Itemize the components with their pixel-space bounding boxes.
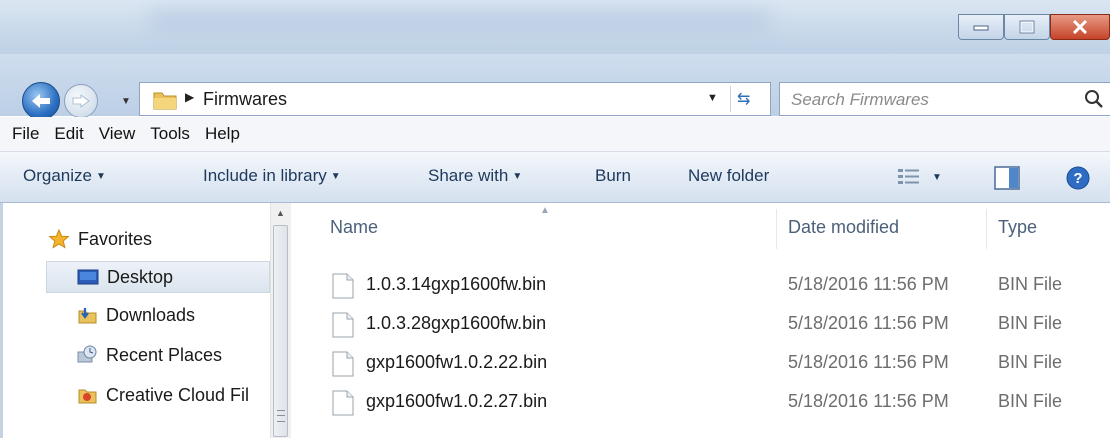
menu-view[interactable]: View <box>96 124 139 144</box>
file-type: BIN File <box>998 391 1063 411</box>
file-type: BIN File <box>998 352 1063 372</box>
nav-favorites[interactable]: Favorites <box>48 223 152 255</box>
file-icon <box>332 390 354 416</box>
chevron-down-icon: ▼ <box>512 171 523 182</box>
organize-label: Organize <box>23 166 92 185</box>
navigation-pane: Favorites Desktop Downloads Recent Place… <box>0 203 296 438</box>
file-name: gxp1600fw1.0.2.27.bin <box>366 391 548 411</box>
folder-icon <box>153 92 177 110</box>
maximize-button[interactable] <box>1004 14 1050 40</box>
new-folder-button[interactable]: New folder <box>688 166 769 186</box>
menu-file[interactable]: File <box>9 124 42 144</box>
window-left-border <box>0 203 3 438</box>
nav-creative-cloud[interactable]: Creative Cloud Fil <box>76 379 249 411</box>
column-divider[interactable] <box>776 209 777 249</box>
share-with-label: Share with <box>428 166 509 185</box>
address-separator <box>730 86 731 112</box>
file-row[interactable]: 1.0.3.28gxp1600fw.bin 5/18/2016 11:56 PM… <box>296 306 1110 342</box>
chevron-down-icon: ▼ <box>330 171 341 182</box>
file-icon <box>332 351 354 377</box>
title-bar <box>0 0 1110 54</box>
address-box[interactable]: ▶ Firmwares ▼ ⇆ <box>139 82 771 116</box>
file-row[interactable]: gxp1600fw1.0.2.22.bin 5/18/2016 11:56 PM… <box>296 345 1110 381</box>
file-list: ▲ Name Date modified Type 1.0.3.14gxp160… <box>296 203 1110 438</box>
nav-recent-places[interactable]: Recent Places <box>76 339 222 371</box>
search-icon[interactable] <box>1084 89 1104 109</box>
include-in-library-label: Include in library <box>203 166 327 185</box>
nav-creative-cloud-label: Creative Cloud Fil <box>106 384 250 405</box>
nav-downloads[interactable]: Downloads <box>76 299 195 331</box>
creative-cloud-icon <box>76 385 98 405</box>
sort-arrow-icon: ▲ <box>540 205 550 216</box>
title-bar-glass <box>150 8 770 34</box>
nav-scrollbar[interactable]: ▲ <box>270 203 291 438</box>
window-controls <box>958 14 1110 42</box>
column-divider[interactable] <box>986 209 987 249</box>
star-icon <box>48 229 70 249</box>
minimize-button[interactable] <box>958 14 1004 40</box>
back-arrow-icon <box>32 94 50 108</box>
menu-edit[interactable]: Edit <box>51 124 86 144</box>
forward-button[interactable] <box>64 84 98 118</box>
menu-help[interactable]: Help <box>202 124 243 144</box>
nav-recent-places-label: Recent Places <box>106 344 223 365</box>
search-box[interactable]: Search Firmwares <box>779 82 1110 116</box>
nav-desktop[interactable]: Desktop <box>46 261 270 293</box>
file-type: BIN File <box>998 274 1063 294</box>
file-type: BIN File <box>998 313 1063 333</box>
file-name: 1.0.3.14gxp1600fw.bin <box>366 274 547 294</box>
close-icon <box>1072 20 1088 34</box>
desktop-icon <box>77 267 99 287</box>
downloads-icon <box>76 305 98 325</box>
scrollbar-grip-icon <box>277 410 285 422</box>
include-in-library-button[interactable]: Include in library ▼ <box>203 166 341 186</box>
menu-bar: File Edit View Tools Help <box>0 117 1110 152</box>
close-button[interactable] <box>1050 14 1110 40</box>
help-icon[interactable]: ? <box>1066 166 1090 190</box>
column-header-type[interactable]: Type <box>998 217 1037 238</box>
file-date: 5/18/2016 11:56 PM <box>788 313 949 333</box>
recent-places-icon <box>76 345 98 365</box>
back-button[interactable] <box>22 82 60 120</box>
change-view-icon[interactable] <box>897 168 921 186</box>
breadcrumb-arrow-icon[interactable]: ▶ <box>185 90 194 104</box>
svg-text:?: ? <box>1073 170 1082 187</box>
burn-button[interactable]: Burn <box>595 166 631 186</box>
column-header-date[interactable]: Date modified <box>788 217 899 238</box>
forward-arrow-icon <box>72 94 90 108</box>
address-dropdown[interactable]: ▼ <box>707 92 718 104</box>
refresh-icon[interactable]: ⇆ <box>737 89 750 109</box>
maximize-icon <box>1019 20 1035 34</box>
nav-favorites-label: Favorites <box>78 228 153 249</box>
file-name: gxp1600fw1.0.2.22.bin <box>366 352 548 372</box>
file-icon <box>332 273 354 299</box>
column-header-name[interactable]: Name <box>330 217 378 238</box>
view-options-dropdown[interactable]: ▼ <box>932 172 942 183</box>
chevron-down-icon: ▼ <box>95 171 106 182</box>
scrollbar-thumb[interactable] <box>273 225 288 437</box>
search-placeholder[interactable]: Search Firmwares <box>791 90 929 110</box>
file-date: 5/18/2016 11:56 PM <box>788 352 949 372</box>
organize-button[interactable]: Organize ▼ <box>23 166 106 186</box>
nav-downloads-label: Downloads <box>106 304 196 325</box>
nav-desktop-label: Desktop <box>107 266 174 287</box>
scroll-up-arrow-icon[interactable]: ▲ <box>276 208 285 218</box>
preview-pane-icon[interactable] <box>994 166 1020 190</box>
file-row[interactable]: gxp1600fw1.0.2.27.bin 5/18/2016 11:56 PM… <box>296 384 1110 420</box>
command-bar: Organize ▼ Include in library ▼ Share with… <box>0 152 1110 203</box>
file-date: 5/18/2016 11:56 PM <box>788 391 949 411</box>
file-row[interactable]: 1.0.3.14gxp1600fw.bin 5/18/2016 11:56 PM… <box>296 267 1110 303</box>
file-icon <box>332 312 354 338</box>
share-with-button[interactable]: Share with ▼ <box>428 166 522 186</box>
file-name: 1.0.3.28gxp1600fw.bin <box>366 313 547 333</box>
file-date: 5/18/2016 11:56 PM <box>788 274 949 294</box>
minimize-icon <box>973 25 989 31</box>
menu-tools[interactable]: Tools <box>147 124 193 144</box>
breadcrumb-firmwares[interactable]: Firmwares <box>203 89 287 110</box>
recent-pages-dropdown[interactable]: ▼ <box>121 96 131 107</box>
